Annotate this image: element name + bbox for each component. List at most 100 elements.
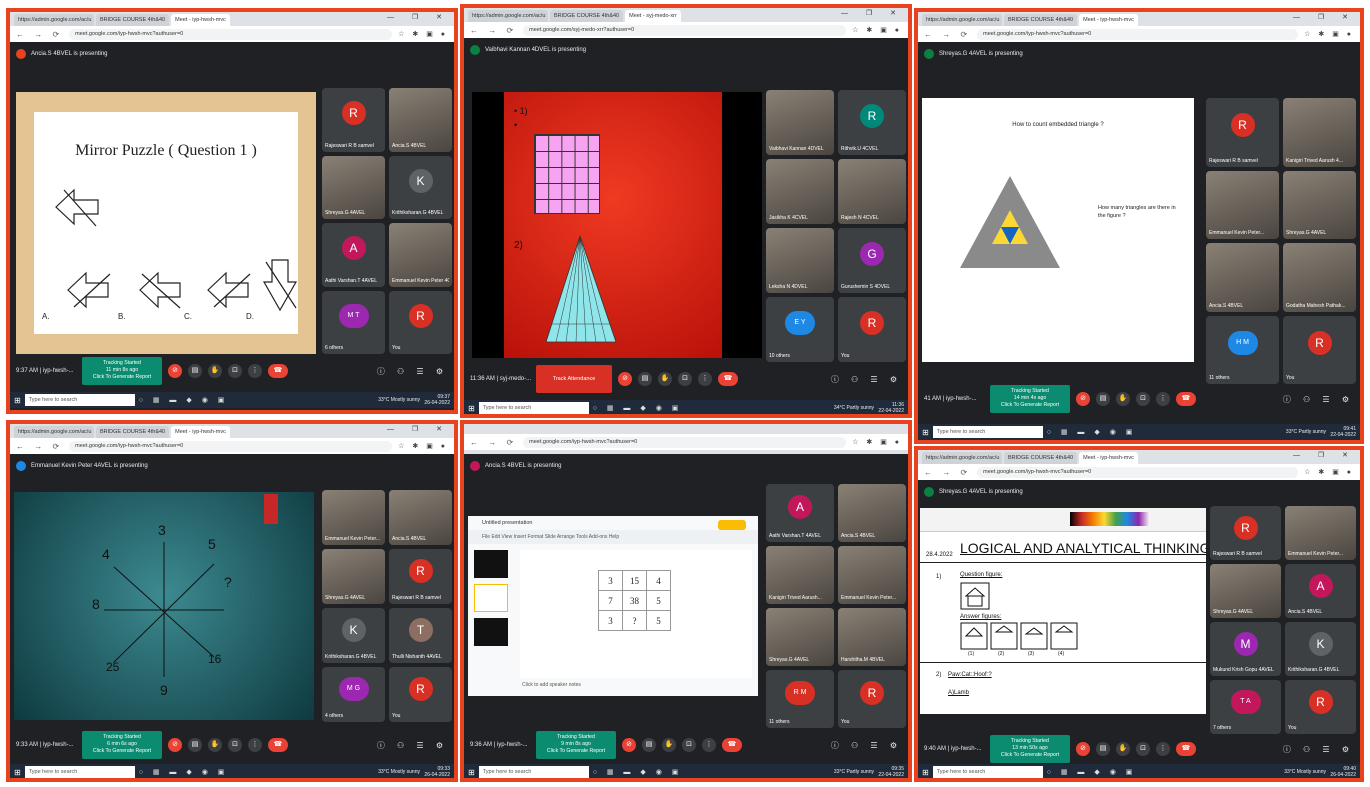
present-icon[interactable]: ⊡ (682, 738, 696, 752)
participant-tile[interactable]: R Rajeswari R B samvel (1206, 98, 1279, 167)
window-controls[interactable]: — ❐ ✕ (387, 13, 450, 21)
participant-tile[interactable]: Ancia.S 4BVEL (389, 88, 452, 152)
captions-icon[interactable]: ▤ (1096, 742, 1110, 756)
participant-tile[interactable]: R You (838, 670, 906, 728)
end-call-icon[interactable]: ☎ (1176, 742, 1196, 756)
side-controls-icons[interactable]: ⓘ ⚇ ☰ ⚙ (377, 366, 448, 377)
slide-slideshow-button[interactable] (718, 520, 746, 530)
participant-tile[interactable]: Shreyas.G 4AVEL (1210, 564, 1281, 618)
tab-meet[interactable]: Meet - iyp-hwsh-mvc (1079, 14, 1138, 26)
mic-off-icon[interactable]: ⊘ (1076, 742, 1090, 756)
taskbar-search[interactable]: Type here to search (478, 766, 589, 778)
participant-tile[interactable]: G Gurushemin S 4DVEL (838, 228, 906, 293)
window-controls[interactable]: — ❐ ✕ (387, 425, 450, 433)
tab-bridge-course[interactable]: BRIDGE COURSE 4th&40 (96, 426, 170, 438)
participant-tile[interactable]: K Krithiksharan.G 4BVEL (322, 608, 385, 663)
tab-admin[interactable]: https://admin.google.com/ac/u (468, 10, 548, 22)
hand-icon[interactable]: ✋ (658, 372, 672, 386)
mic-off-icon[interactable]: ⊘ (618, 372, 632, 386)
tracking-button[interactable]: Tracking Started 11 min 8s ago Click To … (82, 357, 162, 385)
more-icon[interactable]: ⋮ (698, 372, 712, 386)
side-controls-icons[interactable]: ⓘ ⚇ ☰ ⚙ (377, 740, 448, 751)
tab-meet[interactable]: Meet - syj-medo-xrr (625, 10, 681, 22)
hand-icon[interactable]: ✋ (208, 738, 222, 752)
participant-tile[interactable]: Emmanuel Kevin Peter... (1206, 170, 1279, 239)
tab-admin[interactable]: https://admin.google.com/ac/u (14, 14, 94, 26)
participant-tile[interactable]: Jasikha K 4CVEL (766, 159, 834, 224)
url-field[interactable]: meet.google.com/iyp-hwsh-mvc?authuser=0 (977, 466, 1299, 478)
url-field[interactable]: meet.google.com/iyp-hwsh-mvc?authuser=0 (69, 440, 393, 452)
participant-tile[interactable]: R Rithvik.U 4CVEL (838, 90, 906, 155)
nav-arrows-icon[interactable]: ← → ⟳ (16, 30, 63, 39)
side-controls-icons[interactable]: ⓘ ⚇ ☰ ⚙ (1283, 394, 1354, 405)
extension-icons[interactable]: ☆ ✱ ▣ ● (398, 442, 448, 450)
tab-admin[interactable]: https://admin.google.com/ac/u (922, 452, 1002, 464)
tab-meet[interactable]: Meet - iyp-hwsh-mvc (171, 426, 230, 438)
taskbar-search[interactable]: Type here to search (24, 394, 135, 406)
tab-meet[interactable]: Meet - iyp-hwsh-mvc (1079, 452, 1138, 464)
start-icon[interactable]: ⊞ (468, 768, 475, 777)
side-controls-icons[interactable]: ⓘ ⚇ ☰ ⚙ (831, 740, 902, 751)
start-icon[interactable]: ⊞ (14, 396, 21, 405)
participant-tile[interactable]: T A 7 others (1210, 680, 1281, 734)
participant-tile[interactable]: M G 4 others (322, 667, 385, 722)
participant-tile[interactable]: Shreyas.G 4AVEL (322, 549, 385, 604)
side-controls-icons[interactable]: ⓘ ⚇ ☰ ⚙ (831, 374, 902, 385)
nav-arrows-icon[interactable]: ← → ⟳ (16, 442, 63, 451)
speaker-notes[interactable]: Click to add speaker notes (522, 682, 581, 688)
nav-arrows-icon[interactable]: ← → ⟳ (924, 30, 971, 39)
url-field[interactable]: meet.google.com/iyp-hwsh-mvc?authuser=0 (69, 28, 393, 40)
participant-tile[interactable]: A Aathi Varshan.T 4AVEL (766, 484, 834, 542)
hand-icon[interactable]: ✋ (1116, 392, 1130, 406)
participant-tile[interactable]: R You (1283, 315, 1356, 384)
more-icon[interactable]: ⋮ (1156, 392, 1170, 406)
extension-icons[interactable]: ☆ ✱ ▣ ● (1304, 468, 1354, 476)
present-icon[interactable]: ⊡ (228, 738, 242, 752)
present-icon[interactable]: ⊡ (1136, 392, 1150, 406)
taskbar-search[interactable]: Type here to search (24, 766, 135, 778)
participant-tile[interactable]: M T 6 others (322, 290, 385, 354)
taskbar-search[interactable]: Type here to search (932, 766, 1043, 778)
participant-tile[interactable]: R You (1285, 680, 1356, 734)
url-field[interactable]: meet.google.com/syj-medo-xrr?authuser=0 (523, 24, 847, 36)
end-call-icon[interactable]: ☎ (722, 738, 742, 752)
start-icon[interactable]: ⊞ (14, 768, 21, 777)
participant-tile[interactable]: R M 11 others (766, 670, 834, 728)
participant-tile[interactable]: R You (838, 297, 906, 362)
mic-off-icon[interactable]: ⊘ (622, 738, 636, 752)
start-icon[interactable]: ⊞ (468, 404, 475, 413)
start-icon[interactable]: ⊞ (922, 428, 929, 437)
tracking-button[interactable]: Tracking Started 13 min 50s ago Click To… (990, 735, 1070, 763)
tab-meet[interactable]: Meet - iyp-hwsh-mvc (171, 14, 230, 26)
extension-icons[interactable]: ☆ ✱ ▣ ● (852, 26, 902, 34)
taskbar-apps-icons[interactable]: ○ ▦ ▬ ◆ ◉ ▣ (593, 404, 683, 412)
more-icon[interactable]: ⋮ (1156, 742, 1170, 756)
participant-tile[interactable]: Leksha N 4DVEL (766, 228, 834, 293)
tracking-button[interactable]: Tracking Started 6 min 6s ago Click To G… (82, 731, 162, 759)
url-field[interactable]: meet.google.com/iyp-hwsh-mvc?authuser=0 (523, 436, 847, 448)
end-call-icon[interactable]: ☎ (1176, 392, 1196, 406)
taskbar-apps-icons[interactable]: ○ ▦ ▬ ◆ ◉ ▣ (139, 768, 229, 776)
taskbar-apps-icons[interactable]: ○ ▦ ▬ ◆ ◉ ▣ (1047, 768, 1137, 776)
captions-icon[interactable]: ▤ (188, 738, 202, 752)
participant-tile[interactable]: T Thulli Nishanth 4AVEL (389, 608, 452, 663)
participant-tile[interactable]: Ancia.S 4BVEL (389, 490, 452, 545)
more-icon[interactable]: ⋮ (248, 364, 262, 378)
participant-tile[interactable]: Shreyas.G 4AVEL (766, 608, 834, 666)
more-icon[interactable]: ⋮ (702, 738, 716, 752)
track-attendance-button[interactable]: Track Attendance (536, 365, 612, 393)
taskbar-apps-icons[interactable]: ○ ▦ ▬ ◆ ◉ ▣ (1047, 428, 1137, 436)
mic-off-icon[interactable]: ⊘ (1076, 392, 1090, 406)
participant-tile[interactable]: Rajesh N 4CVEL (838, 159, 906, 224)
participant-tile[interactable]: R Rajeswari R B samvel (1210, 506, 1281, 560)
captions-icon[interactable]: ▤ (642, 738, 656, 752)
window-controls[interactable]: — ❐ ✕ (1293, 451, 1356, 459)
present-icon[interactable]: ⊡ (678, 372, 692, 386)
end-call-icon[interactable]: ☎ (268, 364, 288, 378)
nav-arrows-icon[interactable]: ← → ⟳ (470, 26, 517, 35)
extension-icons[interactable]: ☆ ✱ ▣ ● (1304, 30, 1354, 38)
hand-icon[interactable]: ✋ (208, 364, 222, 378)
participant-tile[interactable]: Kanigiri Trived Aarush... (766, 546, 834, 604)
participant-tile[interactable]: R You (389, 290, 452, 354)
captions-icon[interactable]: ▤ (1096, 392, 1110, 406)
